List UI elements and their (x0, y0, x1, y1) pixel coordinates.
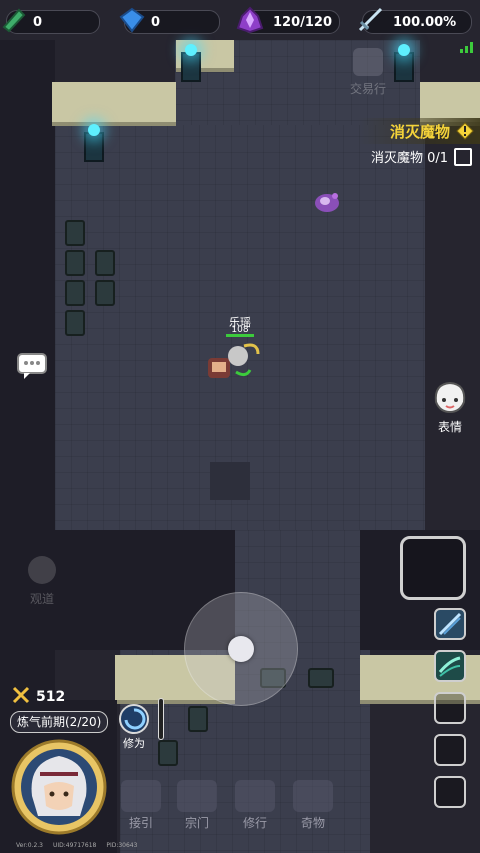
stone-pillar (95, 280, 115, 306)
game-stage: 乐瑶 108 0 0 120/120 100.00% 交易行 消灭魔物 消灭魔物… (0, 0, 480, 853)
purple-crystal-icon (235, 5, 265, 35)
nav-treasure[interactable]: 奇物 (288, 780, 338, 831)
gem-counter[interactable]: 0 (119, 7, 220, 34)
power-display: 512 (12, 686, 65, 708)
stone-pillar (65, 220, 85, 246)
monster-icon[interactable] (312, 190, 342, 214)
stone-pillar (65, 250, 85, 276)
stone-pillar (95, 250, 115, 276)
pid-text: PID:30643 (106, 842, 138, 849)
chat-bubble-icon (17, 353, 47, 379)
nav-sect[interactable]: 宗门 (172, 780, 222, 831)
gem-value: 0 (151, 14, 161, 30)
cultivate-icon (119, 704, 149, 734)
player-sprite[interactable] (204, 342, 264, 382)
sword-value: 100.00% (393, 14, 457, 30)
trade-button[interactable]: 交易行 (344, 48, 392, 100)
stone-pillar (158, 740, 178, 766)
player-hp-bar (226, 334, 254, 337)
skill-slot-3[interactable] (434, 692, 466, 724)
cultivate-progress-bar (158, 698, 164, 740)
nav-sect-label: 宗门 (184, 816, 209, 830)
blade-skill-icon (438, 612, 462, 636)
quest-title-text: 消灭魔物 (389, 122, 450, 141)
crystal-lamp (84, 124, 104, 162)
stamina-value: 120/120 (273, 14, 333, 30)
treasure-icon (293, 780, 333, 812)
sword-counter[interactable]: 100.00% (358, 7, 472, 34)
cultivate-label: 修为 (123, 737, 145, 750)
quest-item-text: 消灭魔物 0/1 (370, 151, 448, 166)
green-jade-icon (0, 5, 29, 35)
joystick-knob[interactable] (228, 636, 254, 662)
practice-icon (235, 780, 275, 812)
uid-text: UID:49717618 (52, 842, 97, 849)
stone-pillar (308, 668, 334, 688)
sword-icon (355, 5, 385, 35)
observe-label: 观道 (29, 592, 54, 606)
stamina-counter[interactable]: 120/120 (236, 6, 340, 34)
stone-pillar (188, 706, 208, 732)
main-skill-slot[interactable] (400, 536, 466, 600)
nav-practice-label: 修行 (242, 816, 267, 830)
skill-slot-2[interactable] (434, 650, 466, 682)
emote-face-icon (434, 381, 466, 414)
emote-button[interactable]: 表情 (428, 380, 472, 436)
blue-gem-icon (117, 5, 147, 35)
crystal-lamp (181, 44, 201, 82)
observe-icon (28, 556, 56, 584)
recruit-icon (121, 780, 161, 812)
emote-label: 表情 (437, 420, 462, 434)
chat-button[interactable] (16, 352, 48, 380)
signal-icon (460, 38, 474, 53)
stone-pillar (65, 310, 85, 336)
trade-label: 交易行 (349, 82, 386, 96)
trade-icon (353, 48, 383, 76)
jade-counter[interactable]: 0 (2, 8, 100, 34)
quest-checkbox[interactable] (454, 147, 472, 166)
skill-slot-5[interactable] (434, 776, 466, 808)
nav-treasure-label: 奇物 (300, 816, 325, 830)
exclamation-icon (456, 122, 474, 140)
cultivate-button[interactable]: 修为 (116, 704, 152, 751)
power-value: 512 (36, 689, 66, 705)
avatar[interactable] (10, 738, 108, 836)
nav-recruit[interactable]: 接引 (116, 780, 166, 831)
version-info: Ver:0.2.3 UID:49717618 PID:30643 (16, 842, 137, 849)
crossed-swords-icon (12, 686, 30, 708)
stone-pillar (65, 280, 85, 306)
sect-icon (177, 780, 217, 812)
version-text: Ver:0.2.3 (16, 842, 43, 849)
skill-slot-4[interactable] (434, 734, 466, 766)
realm-badge[interactable]: 炼气前期(2/20) (10, 711, 109, 733)
nav-practice[interactable]: 修行 (230, 780, 280, 831)
quest-item[interactable]: 消灭魔物 0/1 (371, 147, 472, 166)
jade-value: 0 (33, 14, 43, 30)
observe-button[interactable]: 观道 (22, 556, 62, 607)
crystal-lamp (394, 44, 414, 82)
wall-top-left (52, 82, 176, 126)
dark-patch (210, 462, 250, 500)
nav-recruit-label: 接引 (128, 816, 153, 830)
quest-title[interactable]: 消灭魔物 (358, 118, 480, 144)
wind-skill-icon (438, 656, 461, 677)
skill-slot-1[interactable] (434, 608, 466, 640)
